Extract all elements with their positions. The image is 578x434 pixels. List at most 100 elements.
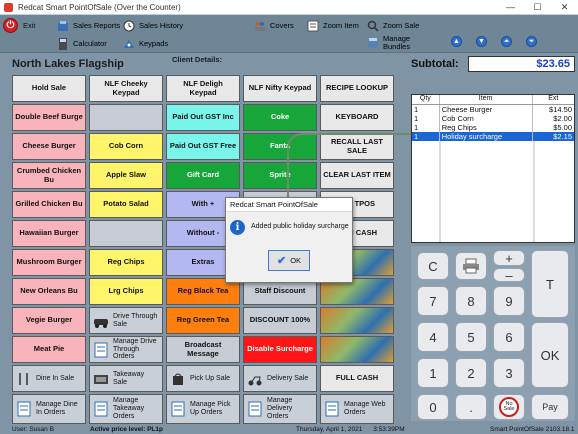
order-row-selected[interactable]: 1 Holiday surcharge $2.15 — [412, 132, 574, 141]
reg-green-tea-button[interactable]: Reg Green Tea — [166, 307, 240, 334]
digit-1-key[interactable]: 1 — [417, 358, 449, 388]
empty-button[interactable] — [89, 104, 163, 131]
status-user: User: Susan B — [12, 426, 54, 433]
order-table[interactable]: Qty Item Ext 1 Cheese Burger $14.50 1 Co… — [411, 94, 575, 243]
reg-chips-button[interactable]: Reg Chips — [89, 249, 163, 276]
clear-last-item-button[interactable]: CLEAR LAST ITEM — [320, 162, 394, 189]
delivery-sale-button[interactable]: Delivery Sale — [243, 365, 317, 392]
hold-sale-button[interactable]: Hold Sale — [12, 75, 86, 102]
full-cash-button[interactable]: FULL CASH — [320, 365, 394, 392]
fanta-button[interactable]: Fanta — [243, 133, 317, 160]
meat-pie-button[interactable]: Meat Pie — [12, 336, 86, 363]
potato-salad-button[interactable]: Potato Salad — [89, 191, 163, 218]
lrg-chips-button[interactable]: Lrg Chips — [89, 278, 163, 305]
maximize-button[interactable]: ☐ — [524, 0, 551, 15]
cob-corn-button[interactable]: Cob Corn — [89, 133, 163, 160]
magnifier-icon — [366, 19, 379, 32]
covers-button[interactable]: Covers — [253, 19, 294, 32]
manage-drive-through-orders-label: Manage Drive Through Orders — [113, 337, 157, 361]
disable-surcharge-button[interactable]: Disable Surcharge — [243, 336, 317, 363]
scroll-top-icon[interactable]: ⏶ — [501, 36, 512, 47]
plus-key[interactable]: + — [493, 250, 525, 266]
cash-20-button[interactable] — [320, 307, 394, 334]
decimal-key[interactable]: . — [455, 394, 487, 420]
qty-header: Qty — [412, 95, 440, 104]
coke-button[interactable]: Coke — [243, 104, 317, 131]
zoom-item-button[interactable]: Zoom Item — [306, 19, 359, 32]
takeaway-sale-button[interactable]: Takeaway Sale — [89, 365, 163, 392]
scroll-up-icon[interactable]: ▲ — [451, 36, 462, 47]
no-sale-key[interactable]: No Sale — [493, 394, 525, 420]
manage-web-orders-button[interactable]: Manage Web Orders — [320, 394, 394, 424]
hawaiian-burger-button[interactable]: Hawaiian Burger — [12, 220, 86, 247]
digit-6-key[interactable]: 6 — [493, 322, 525, 352]
digit-5-key[interactable]: 5 — [455, 322, 487, 352]
gift-card-button[interactable]: Gift Card — [166, 162, 240, 189]
numeric-keypad: C + – T 7 8 9 4 5 6 OK 1 2 3 0 . No Sale… — [411, 246, 575, 421]
manage-takeaway-orders-button[interactable]: Manage Takeaway Orders — [89, 394, 163, 424]
vegie-burger-button[interactable]: Vegie Burger — [12, 307, 86, 334]
close-button[interactable]: ✕ — [551, 0, 578, 15]
nlf-cheeky-keypad-button[interactable]: NLF Cheeky Keypad — [89, 75, 163, 102]
clear-key[interactable]: C — [417, 252, 449, 280]
sales-reports-button[interactable]: Sales Reports — [56, 19, 120, 32]
broadcast-message-button[interactable]: Broadcast Message — [166, 336, 240, 363]
pick-up-sale-button[interactable]: Pick Up Sale — [166, 365, 240, 392]
order-row[interactable]: 1 Cheese Burger $14.50 — [412, 105, 574, 114]
nlf-nifty-keypad-button[interactable]: NLF Nifty Keypad — [243, 75, 317, 102]
sales-reports-label: Sales Reports — [73, 21, 121, 30]
digit-3-key[interactable]: 3 — [493, 358, 525, 388]
right-panel: Subtotal: $23.65 Qty Item Ext 1 Cheese B… — [403, 53, 578, 425]
exit-button[interactable]: ⏻ Exit — [3, 18, 36, 33]
empty-button-r5c1[interactable] — [89, 220, 163, 247]
title-bar: Redcat Smart PointOfSale (Over the Count… — [0, 0, 578, 15]
paid-out-gst-inc-button[interactable]: Paid Out GST Inc — [166, 104, 240, 131]
manage-dine-in-orders-button[interactable]: Manage Dine In Orders — [12, 394, 86, 424]
calculator-button[interactable]: Calculator — [56, 37, 107, 50]
recall-last-sale-button[interactable]: RECALL LAST SALE — [320, 133, 394, 160]
double-beef-burger-button[interactable]: Double Beef Burge — [12, 104, 86, 131]
manage-bundles-button[interactable]: Manage Bundles — [366, 35, 413, 51]
minimize-button[interactable]: — — [497, 0, 524, 15]
scooter-icon — [247, 371, 263, 387]
sales-history-button[interactable]: Sales History — [122, 19, 183, 32]
keypads-button[interactable]: Keypads — [122, 37, 168, 50]
printer-key[interactable] — [455, 252, 487, 280]
digit-7-key[interactable]: 7 — [417, 286, 449, 316]
calculator-icon — [56, 37, 69, 50]
digit-8-key[interactable]: 8 — [455, 286, 487, 316]
order-row[interactable]: 1 Cob Corn $2.00 — [412, 114, 574, 123]
crumbed-chicken-burger-button[interactable]: Crumbed Chicken Bu — [12, 162, 86, 189]
zoom-sale-button[interactable]: Zoom Sale — [366, 19, 419, 32]
cheese-burger-button[interactable]: Cheese Burger — [12, 133, 86, 160]
scroll-down-icon[interactable]: ▼ — [476, 36, 487, 47]
apple-slaw-button[interactable]: Apple Slaw — [89, 162, 163, 189]
digit-4-key[interactable]: 4 — [417, 322, 449, 352]
manage-drive-through-orders-button[interactable]: Manage Drive Through Orders — [89, 336, 163, 363]
scroll-bottom-icon[interactable]: ⏷ — [526, 36, 537, 47]
keyboard-button[interactable]: KEYBOARD — [320, 104, 394, 131]
dine-in-sale-button[interactable]: Dine In Sale — [12, 365, 86, 392]
recipe-lookup-button[interactable]: RECIPE LOOKUP — [320, 75, 394, 102]
discount-100-button[interactable]: DISCOUNT 100% — [243, 307, 317, 334]
order-row[interactable]: 1 Reg Chips $5.00 — [412, 123, 574, 132]
dialog-ok-button[interactable]: ✔ OK — [268, 250, 310, 271]
sprite-button[interactable]: Sprite — [243, 162, 317, 189]
digit-0-key[interactable]: 0 — [417, 394, 449, 420]
t-key[interactable]: T — [531, 250, 569, 318]
order-ext: $2.00 — [553, 114, 572, 123]
ok-key[interactable]: OK — [531, 322, 569, 388]
cash-10-button[interactable] — [320, 336, 394, 363]
nlf-deligh-keypad-button[interactable]: NLF Deligh Keypad — [166, 75, 240, 102]
minus-key[interactable]: – — [493, 268, 525, 283]
digit-9-key[interactable]: 9 — [493, 286, 525, 316]
digit-2-key[interactable]: 2 — [455, 358, 487, 388]
pay-key[interactable]: Pay — [531, 394, 569, 420]
manage-delivery-orders-button[interactable]: Manage Delivery Orders — [243, 394, 317, 424]
new-orleans-burger-button[interactable]: New Orleans Bu — [12, 278, 86, 305]
manage-pick-up-orders-button[interactable]: Manage Pick Up Orders — [166, 394, 240, 424]
grilled-chicken-burger-button[interactable]: Grilled Chicken Bu — [12, 191, 86, 218]
drive-through-sale-button[interactable]: Drive Through Sale — [89, 307, 163, 334]
paid-out-gst-free-button[interactable]: Paid Out GST Free — [166, 133, 240, 160]
mushroom-burger-button[interactable]: Mushroom Burger — [12, 249, 86, 276]
